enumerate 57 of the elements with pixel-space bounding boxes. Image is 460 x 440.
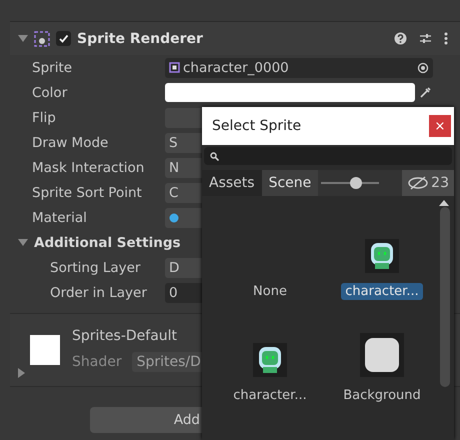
more-options-icon[interactable] [444, 32, 448, 45]
field-value: character_0000 [183, 60, 289, 76]
shader-label: Shader [72, 354, 122, 370]
enabled-checkbox[interactable] [56, 31, 71, 46]
property-label: Sorting Layer [49, 260, 142, 276]
dropdown-field[interactable]: S [165, 132, 202, 152]
close-button[interactable]: × [429, 115, 451, 137]
eye-slash-icon [407, 176, 430, 190]
search-field[interactable] [204, 147, 452, 165]
slider-thumb[interactable] [350, 177, 362, 189]
property-label: Material [31, 210, 88, 226]
scrollbar-thumb[interactable] [440, 207, 450, 387]
sprite-item-label[interactable]: character... [341, 283, 423, 300]
eyedropper-icon[interactable] [419, 86, 432, 99]
material-field[interactable] [165, 208, 202, 228]
sprite-item-label[interactable]: None [249, 283, 291, 300]
sprite-renderer-icon [34, 30, 50, 46]
shader-dropdown[interactable]: Sprites/D [132, 352, 202, 372]
material-icon [169, 212, 179, 222]
picker-tab[interactable]: Scene [262, 170, 318, 196]
property-label: Sprite Sort Point [31, 184, 143, 200]
material-name: Sprites-Default [72, 328, 178, 344]
character-sprite-icon [365, 239, 399, 273]
sprite-icon [169, 62, 180, 73]
section-title: Additional Settings [34, 234, 181, 250]
component-title: Sprite Renderer [77, 30, 203, 46]
sprite-item-label[interactable]: Background [339, 387, 425, 404]
property-label: Draw Mode [31, 134, 110, 150]
dialog-title: Select Sprite [212, 118, 302, 134]
expand-arrow-icon[interactable] [18, 368, 25, 378]
help-icon[interactable] [394, 32, 407, 45]
property-label: Sprite [31, 60, 74, 76]
add-component-button[interactable]: Add [90, 407, 202, 433]
dropdown-field[interactable]: D [165, 258, 202, 278]
dropdown-field[interactable]: C [165, 182, 202, 202]
property-label: Flip [31, 110, 57, 126]
target-icon[interactable] [417, 62, 429, 74]
hidden-count-toggle[interactable]: 23 [402, 170, 454, 196]
material-preview [30, 335, 60, 365]
property-label: Mask Interaction [31, 160, 146, 176]
object-field[interactable]: character_0000 [165, 58, 433, 78]
flip-field[interactable] [165, 108, 202, 128]
color-field[interactable] [165, 83, 415, 102]
property-label: Order in Layer [49, 284, 148, 300]
expand-arrow-icon[interactable] [18, 35, 28, 42]
component-header[interactable]: Sprite Renderer [10, 21, 460, 55]
picker-tab[interactable]: Assets [202, 170, 262, 196]
dropdown-field[interactable]: N [165, 158, 202, 178]
character-sprite-icon [253, 343, 287, 377]
number-field[interactable]: 0 [165, 282, 202, 302]
presets-icon[interactable] [419, 32, 432, 45]
hidden-count: 23 [431, 175, 449, 191]
property-label: Color [31, 84, 68, 100]
rounded-square-icon [360, 333, 404, 377]
expand-arrow-icon[interactable] [18, 239, 28, 246]
search-icon [210, 152, 219, 160]
sprite-item-label[interactable]: character... [229, 387, 311, 404]
